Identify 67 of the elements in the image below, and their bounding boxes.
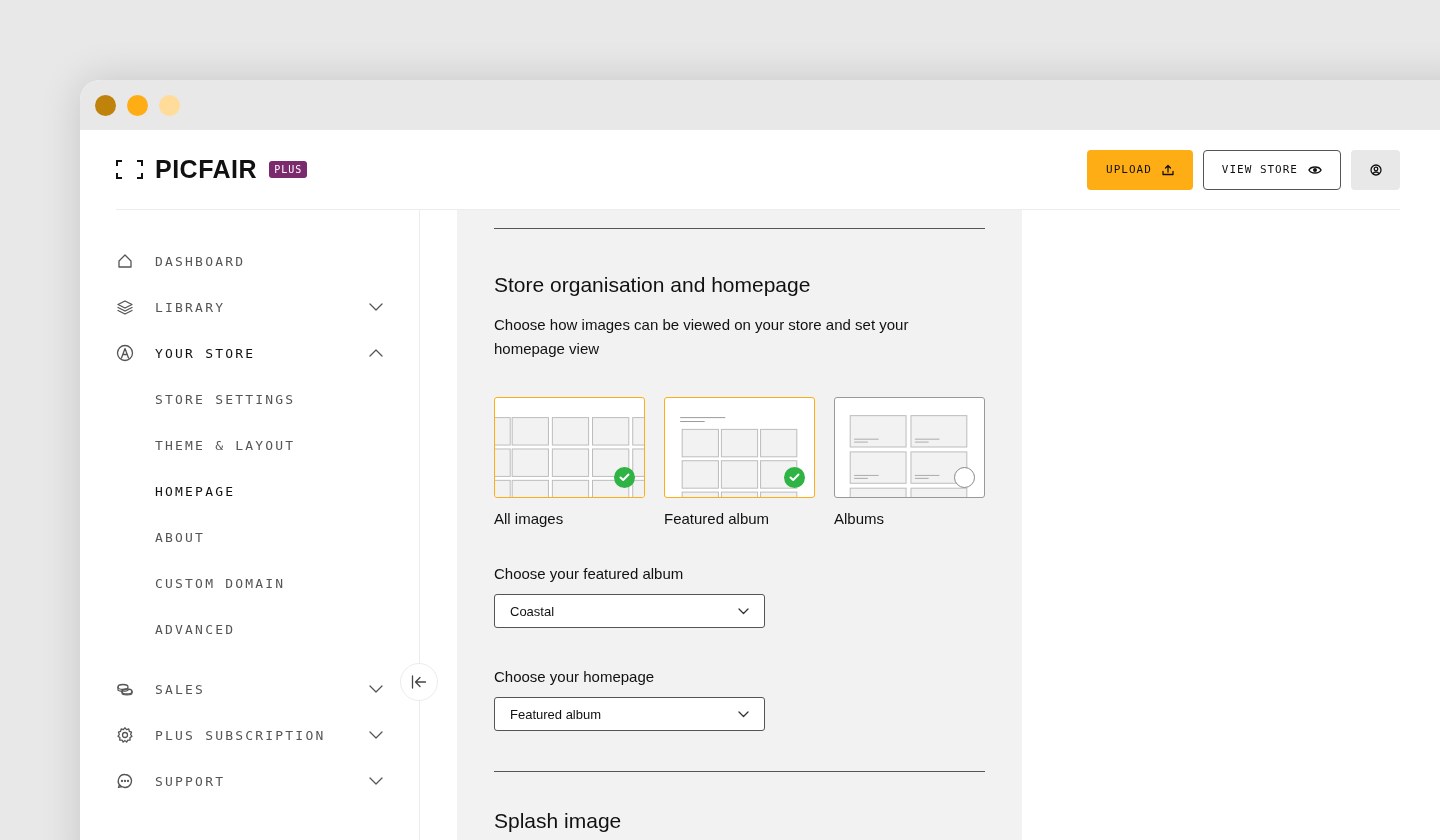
album-tile: [849, 415, 907, 448]
sidebar-item[interactable]: LIBRARY: [116, 284, 384, 330]
layout-option-label: Featured album: [664, 510, 771, 527]
sidebar-item[interactable]: PLUS SUBSCRIPTION: [116, 712, 384, 758]
image-tile: [592, 448, 630, 477]
empty-radio-icon: [954, 467, 975, 488]
album-tile: [910, 487, 968, 497]
home-icon: [116, 252, 134, 270]
chat-bubble-icon: [116, 772, 134, 790]
sidebar-subitem[interactable]: STORE SETTINGS: [116, 376, 384, 422]
image-tile: [760, 428, 798, 458]
dropdown-field[interactable]: Featured album: [494, 697, 765, 731]
window-control-dot[interactable]: [159, 94, 180, 116]
upload-icon: [1161, 163, 1174, 176]
section-title: Store organisation and homepage: [494, 273, 812, 297]
sidebar-item[interactable]: SUPPORT: [116, 758, 384, 804]
section-description: Choose how images can be viewed on your store and set your homepage view: [494, 315, 910, 359]
plan-badge: PLUS: [269, 161, 308, 178]
image-tile: [551, 479, 590, 497]
collapse-left-icon: [411, 675, 427, 689]
view-store-button[interactable]: VIEW STORE: [1202, 149, 1341, 190]
image-tile: [720, 460, 759, 489]
image-tile: [632, 448, 644, 477]
section-title: Splash image: [494, 810, 623, 832]
sidebar-subitem[interactable]: THEME & LAYOUT: [116, 422, 384, 468]
layout-option-card[interactable]: [494, 397, 645, 498]
upload-button[interactable]: UPLOAD: [1087, 149, 1193, 190]
image-tile: [632, 479, 644, 497]
frame-corners-icon: [116, 160, 143, 179]
account-button[interactable]: [1351, 149, 1400, 190]
settings-icon: [116, 726, 134, 744]
layout-option-label: All images: [494, 510, 565, 527]
sidebar-item[interactable]: SALES: [116, 666, 384, 712]
sidebar-item[interactable]: DASHBOARD: [116, 238, 384, 284]
image-tile: [681, 460, 719, 489]
album-tile: [910, 415, 968, 448]
chevron-down-icon: [738, 607, 749, 615]
layout-option-card[interactable]: [664, 397, 815, 498]
user-icon: [1369, 163, 1382, 176]
collapse-sidebar-button[interactable]: [400, 663, 438, 701]
circled-a-icon: [116, 344, 134, 362]
album-tile: [849, 451, 907, 484]
field-label: Choose your featured album: [494, 565, 685, 582]
sidebar-subitem[interactable]: CUSTOM DOMAIN: [116, 560, 384, 606]
image-tile: [551, 448, 590, 477]
eye-icon: [1308, 164, 1322, 175]
image-tile: [592, 417, 630, 446]
album-tile: [849, 487, 907, 497]
title-lines: [679, 417, 726, 422]
brand-name: PICFAIR: [155, 155, 258, 184]
layout-option-label: Albums: [834, 510, 886, 527]
image-tile: [551, 417, 590, 446]
sidebar-subitem[interactable]: ADVANCED: [116, 606, 384, 652]
window-control-dot[interactable]: [95, 94, 116, 116]
album-tile: [910, 451, 968, 484]
image-tile: [632, 417, 644, 446]
field-label: Choose your homepage: [494, 668, 656, 685]
chevron-down-icon: [738, 710, 749, 718]
window-control-dot[interactable]: [127, 94, 148, 116]
sidebar-item[interactable]: YOUR STORE: [116, 330, 384, 376]
image-tile: [681, 428, 719, 458]
layers-icon: [116, 298, 134, 316]
layout-option-card[interactable]: [834, 397, 985, 498]
image-tile: [720, 428, 759, 458]
dropdown-field[interactable]: Coastal: [494, 594, 765, 628]
sidebar-subitem[interactable]: HOMEPAGE: [116, 468, 384, 514]
sidebar-subitem[interactable]: ABOUT: [116, 514, 384, 560]
